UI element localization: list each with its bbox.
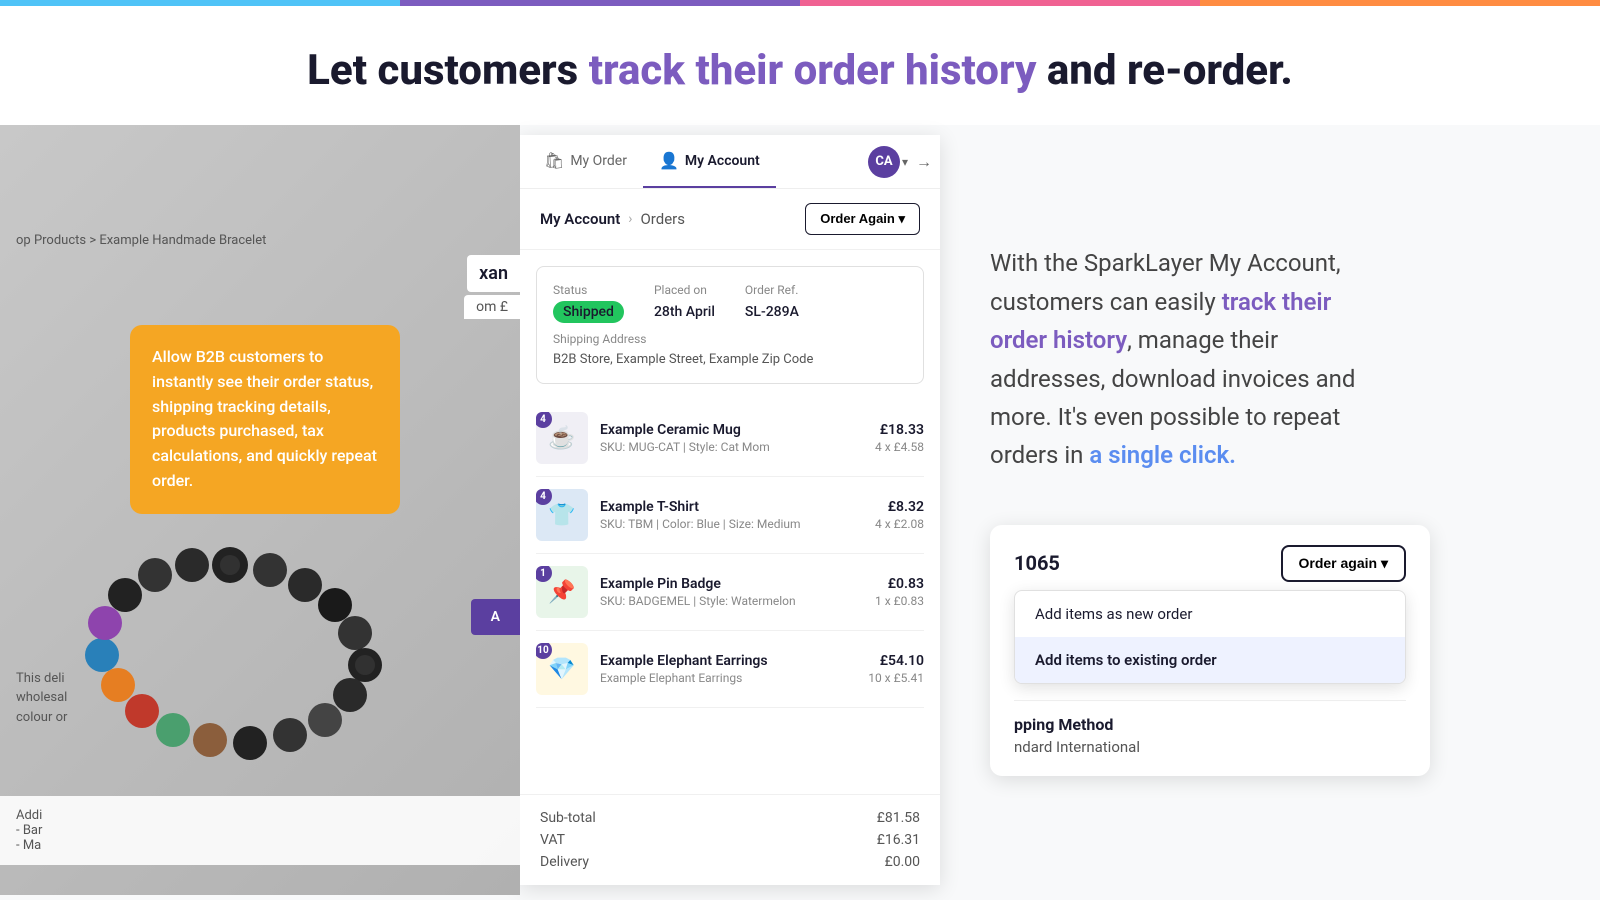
breadcrumb: op Products > Example Handmade Bracelet [0,225,520,256]
status-badge: Shipped [553,301,624,323]
user-icon: 👤 [659,151,679,170]
add-options-box: Addi - Bar - Ma [0,796,520,865]
navigation-arrow-icon[interactable]: → [916,152,932,172]
product-thumb-0: 4 ☕ [536,412,588,464]
breadcrumb-separator: › [628,211,632,227]
top-bar-segment-3 [800,0,1200,6]
product-name-3: Example Elephant Earrings [600,653,856,669]
top-bar-segment-1 [0,0,400,6]
left-panel: op Products > Example Handmade Bracelet … [0,125,520,895]
product-background: op Products > Example Handmade Bracelet … [0,125,520,895]
product-sku-2: SKU: BADGEMEL | Style: Watermelon [600,594,863,608]
main-content: op Products > Example Handmade Bracelet … [0,125,1600,895]
product-emoji-1: 👕 [548,503,575,528]
tab-my-order[interactable]: 🛍 My Order [528,135,643,188]
product-price-1: £8.32 4 x £2.08 [875,499,924,531]
order-ref-col: Order Ref. SL-289A [745,283,799,320]
heading-area: Let customers track their order history … [0,6,1600,125]
placed-on-col: Placed on 28th April [654,283,715,320]
product-item-2: 1 📌 Example Pin Badge SKU: BADGEMEL | St… [536,554,924,631]
product-name-0: Example Ceramic Mug [600,422,863,438]
product-name-1: Example T-Shirt [600,499,863,515]
product-item-0: 4 ☕ Example Ceramic Mug SKU: MUG-CAT | S… [536,400,924,477]
product-emoji-2: 📌 [548,580,575,605]
widget-order-again-button[interactable]: Order again ▾ [1281,545,1407,582]
widget-shipping: pping Method ndard International [1014,700,1406,756]
product-details-3: Example Elephant Earrings Example Elepha… [600,653,856,685]
product-item-3: 10 💎 Example Elephant Earrings Example E… [536,631,924,708]
product-thumb-2: 1 📌 [536,566,588,618]
vat-row: VAT £16.31 [540,829,920,851]
product-sku-0: SKU: MUG-CAT | Style: Cat Mom [600,440,863,454]
bracelet-image [30,515,490,775]
dropdown-item-existing-order[interactable]: Add items to existing order [1015,637,1405,683]
top-bar-segment-4 [1200,0,1600,6]
status-col: Status Shipped [553,283,624,320]
product-emoji-3: 💎 [548,657,575,682]
cart-icon: 🛍 [544,151,564,170]
avatar[interactable]: CA [868,146,900,178]
right-description: With the SparkLayer My Account, customer… [990,244,1390,474]
top-bar-segment-2 [400,0,800,6]
shipping-address: Shipping Address B2B Store, Example Stre… [553,332,907,367]
top-bar [0,0,1600,6]
price-overlay: om £ [464,295,520,319]
tab-bar: 🛍 My Order 👤 My Account CA ▾ → [520,135,940,189]
shipping-method-label: pping Method [1014,715,1406,734]
subtotal-row: Sub-total £81.58 [540,807,920,829]
product-details-2: Example Pin Badge SKU: BADGEMEL | Style:… [600,576,863,608]
delivery-row: Delivery £0.00 [540,851,920,873]
product-sku-3: Example Elephant Earrings [600,671,856,685]
tab-my-account-label: My Account [685,153,760,169]
order-card: Status Shipped Placed on 28th April Orde… [536,266,924,384]
add-to-cart-button[interactable]: A [471,599,520,635]
breadcrumb-current: Orders [640,210,685,228]
main-heading: Let customers track their order history … [20,46,1580,95]
tooltip-bubble: Allow B2B customers to instantly see the… [130,325,400,514]
product-thumb-1: 4 👕 [536,489,588,541]
my-account-panel: 🛍 My Order 👤 My Account CA ▾ → My Accoun… [520,135,940,885]
order-again-button[interactable]: Order Again ▾ [805,203,920,235]
order-again-dropdown: Add items as new order Add items to exis… [1014,590,1406,684]
product-list: 4 ☕ Example Ceramic Mug SKU: MUG-CAT | S… [520,400,940,794]
product-price-3: £54.10 10 x £5.41 [868,653,924,685]
product-thumb-3: 10 💎 [536,643,588,695]
product-details-0: Example Ceramic Mug SKU: MUG-CAT | Style… [600,422,863,454]
account-breadcrumb: My Account › Orders Order Again ▾ [520,189,940,250]
product-emoji-0: ☕ [548,426,575,451]
shipping-method-value: ndard International [1014,738,1406,756]
order-meta: Status Shipped Placed on 28th April Orde… [553,283,907,320]
product-name-2: Example Pin Badge [600,576,863,592]
product-price-2: £0.83 1 x £0.83 [875,576,924,608]
product-description: This deli wholesal colour or [0,661,520,736]
product-price-0: £18.33 4 x £4.58 [875,422,924,454]
dropdown-item-new-order[interactable]: Add items as new order [1015,591,1405,637]
product-title-overlay: xan [467,255,520,292]
widget-header: 1065 Order again ▾ [1014,545,1406,582]
tab-my-account[interactable]: 👤 My Account [643,135,776,188]
avatar-chevron-icon: ▾ [902,155,908,169]
order-totals: Sub-total £81.58 VAT £16.31 Delivery £0.… [520,794,940,885]
tab-my-order-label: My Order [570,153,627,169]
product-item-1: 4 👕 Example T-Shirt SKU: TBM | Color: Bl… [536,477,924,554]
order-again-widget: 1065 Order again ▾ Add items as new orde… [990,525,1430,776]
breadcrumb-parent[interactable]: My Account [540,210,620,228]
right-panel: With the SparkLayer My Account, customer… [940,125,1600,895]
widget-order-number: 1065 [1014,551,1060,575]
product-sku-1: SKU: TBM | Color: Blue | Size: Medium [600,517,863,531]
product-details-1: Example T-Shirt SKU: TBM | Color: Blue |… [600,499,863,531]
